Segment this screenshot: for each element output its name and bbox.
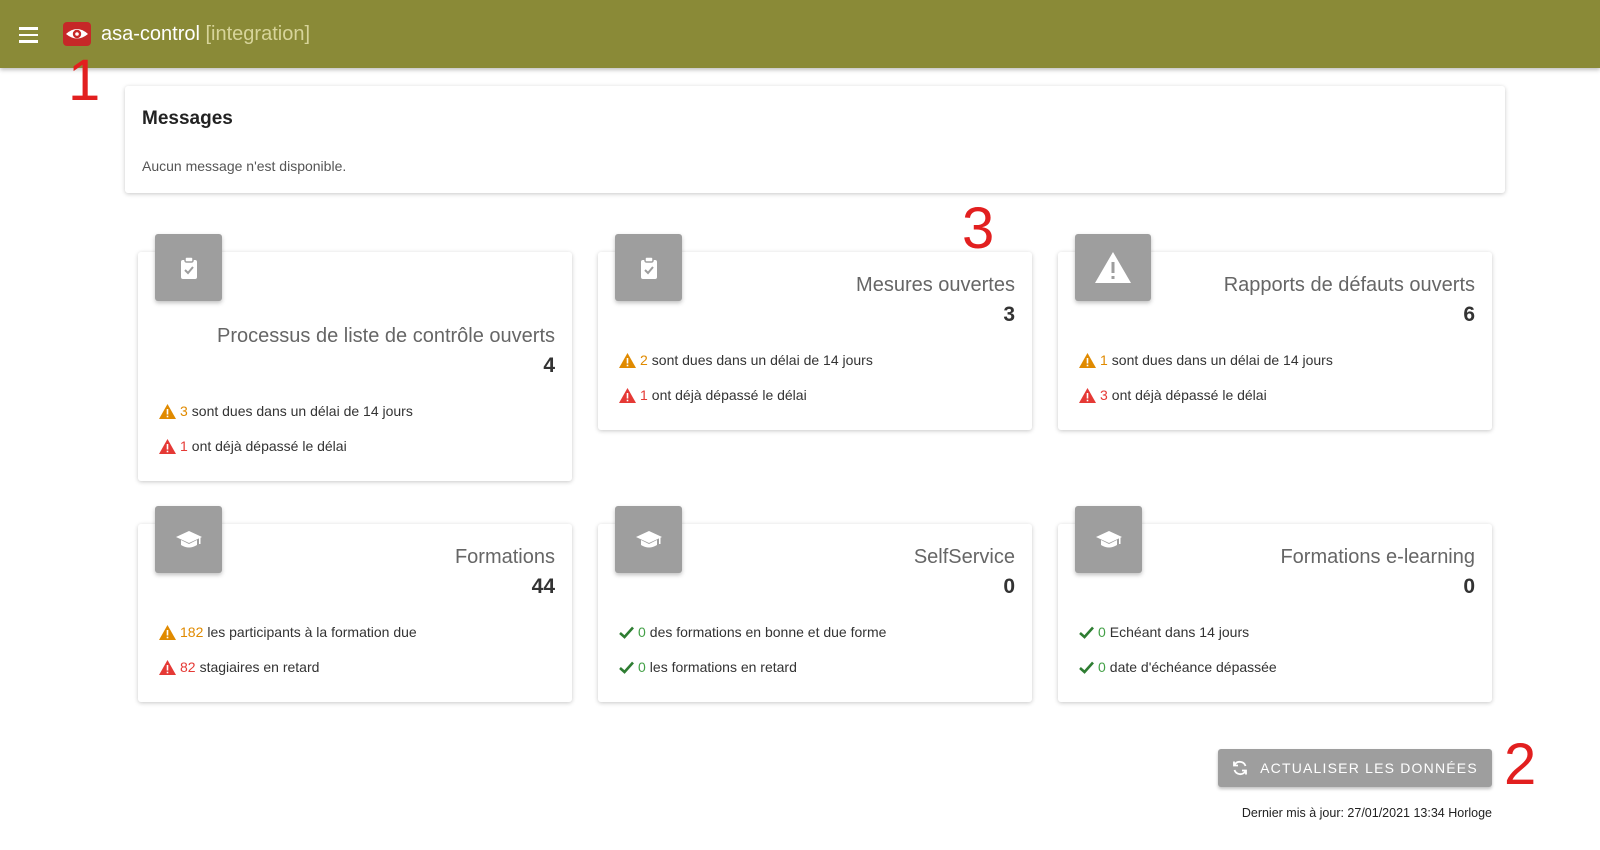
- eye-logo-icon: [63, 22, 91, 46]
- stat-error: 82 stagiaires en retard: [159, 659, 319, 675]
- clipboard-check-icon: [155, 234, 222, 301]
- stat-text: sont dues dans un délai de 14 jours: [1111, 352, 1333, 368]
- app-bar: asa-control [integration]: [0, 0, 1600, 68]
- clipboard-check-icon: [615, 234, 682, 301]
- app-environment: [integration]: [205, 23, 311, 45]
- graduation-cap-icon: [1075, 506, 1142, 573]
- messages-panel: Messages Aucun message n'est disponible.: [125, 86, 1505, 193]
- stat-warning: 2 sont dues dans un délai de 14 jours: [619, 352, 873, 368]
- stat-warning: 3 sont dues dans un délai de 14 jours: [159, 403, 413, 419]
- card-value: 0: [1003, 575, 1015, 598]
- warning-triangle-icon: [619, 352, 636, 368]
- stat-text: ont déjà dépassé le délai: [191, 438, 347, 454]
- warning-triangle-icon: [159, 624, 176, 640]
- annotation-2: 2: [1504, 732, 1537, 797]
- card-title: Formations: [454, 546, 555, 568]
- check-icon: [1079, 626, 1094, 639]
- stat-ok: 0 des formations en bonne et due forme: [619, 624, 886, 640]
- annotation-1: 1: [68, 48, 101, 113]
- stat-text: sont dues dans un délai de 14 jours: [651, 352, 873, 368]
- stat-count: 3: [1100, 387, 1108, 403]
- stat-count: 0: [1098, 624, 1106, 640]
- stat-text: les participants à la formation due: [207, 624, 417, 640]
- warning-triangle-icon: [1079, 352, 1096, 368]
- stat-warning: 182 les participants à la formation due: [159, 624, 417, 640]
- messages-empty-text: Aucun message n'est disponible.: [142, 158, 347, 174]
- stat-text: stagiaires en retard: [199, 659, 320, 675]
- stat-count: 182: [180, 624, 204, 640]
- stat-error: 3 ont déjà dépassé le délai: [1079, 387, 1267, 403]
- stat-count: 1: [180, 438, 188, 454]
- card-title: Rapports de défauts ouverts: [1223, 274, 1475, 296]
- card-title: SelfService: [913, 546, 1015, 568]
- card-title: Formations e-learning: [1280, 546, 1475, 568]
- stat-warning: 1 sont dues dans un délai de 14 jours: [1079, 352, 1333, 368]
- card-value: 3: [1003, 303, 1015, 326]
- card-e-learning[interactable]: Formations e-learning 0 0 Echéant dans 1…: [1058, 506, 1492, 702]
- card-trainings[interactable]: Formations 44 182 les participants à la …: [138, 506, 572, 702]
- stat-text: Echéant dans 14 jours: [1109, 624, 1250, 640]
- card-value: 44: [531, 575, 555, 598]
- graduation-cap-icon: [615, 506, 682, 573]
- last-update-text: Dernier mis à jour: 27/01/2021 13:34 Hor…: [1241, 806, 1492, 820]
- stat-count: 2: [640, 352, 648, 368]
- refresh-data-button[interactable]: ACTUALISER LES DONNÉES: [1218, 749, 1492, 787]
- card-value: 6: [1463, 303, 1475, 326]
- stat-text: des formations en bonne et due forme: [649, 624, 887, 640]
- error-triangle-icon: [1079, 387, 1096, 403]
- stat-count: 0: [638, 624, 646, 640]
- card-checklist-processes[interactable]: Processus de liste de contrôle ouverts 4…: [138, 234, 572, 481]
- stat-count: 0: [638, 659, 646, 675]
- app-name: asa-control: [101, 23, 200, 45]
- card-title: Mesures ouvertes: [856, 274, 1015, 296]
- messages-title: Messages: [142, 108, 233, 129]
- app-title: asa-control [integration]: [101, 23, 310, 46]
- error-triangle-icon: [619, 387, 636, 403]
- stat-ok: 0 Echéant dans 14 jours: [1079, 624, 1249, 640]
- stat-count: 0: [1098, 659, 1106, 675]
- annotation-3: 3: [962, 196, 995, 261]
- stat-error: 1 ont déjà dépassé le délai: [159, 438, 347, 454]
- card-value: 4: [543, 354, 555, 377]
- stat-ok: 0 date d'échéance dépassée: [1079, 659, 1277, 675]
- error-triangle-icon: [159, 659, 176, 675]
- card-open-defect-reports[interactable]: Rapports de défauts ouverts 6 1 sont due…: [1058, 234, 1492, 430]
- warning-triangle-icon: [159, 403, 176, 419]
- stat-text: date d'échéance dépassée: [1109, 659, 1277, 675]
- stat-text: sont dues dans un délai de 14 jours: [191, 403, 413, 419]
- error-triangle-icon: [159, 438, 176, 454]
- stat-error: 1 ont déjà dépassé le délai: [619, 387, 807, 403]
- check-icon: [1079, 661, 1094, 674]
- stat-text: les formations en retard: [649, 659, 797, 675]
- refresh-data-label: ACTUALISER LES DONNÉES: [1260, 760, 1478, 776]
- warning-triangle-icon: [1075, 234, 1151, 301]
- card-open-measures[interactable]: Mesures ouvertes 3 2 sont dues dans un d…: [598, 234, 1032, 430]
- card-selfservice[interactable]: SelfService 0 0 des formations en bonne …: [598, 506, 1032, 702]
- graduation-cap-icon: [155, 506, 222, 573]
- card-value: 0: [1463, 575, 1475, 598]
- stat-count: 1: [640, 387, 648, 403]
- stat-count: 3: [180, 403, 188, 419]
- card-title: Processus de liste de contrôle ouverts: [217, 325, 555, 347]
- stat-text: ont déjà dépassé le délai: [651, 387, 807, 403]
- check-icon: [619, 626, 634, 639]
- stat-count: 1: [1100, 352, 1108, 368]
- check-icon: [619, 661, 634, 674]
- hamburger-menu-icon[interactable]: [14, 20, 44, 50]
- stat-text: ont déjà dépassé le délai: [1111, 387, 1267, 403]
- refresh-icon: [1233, 760, 1247, 776]
- stat-ok: 0 les formations en retard: [619, 659, 797, 675]
- stat-count: 82: [180, 659, 196, 675]
